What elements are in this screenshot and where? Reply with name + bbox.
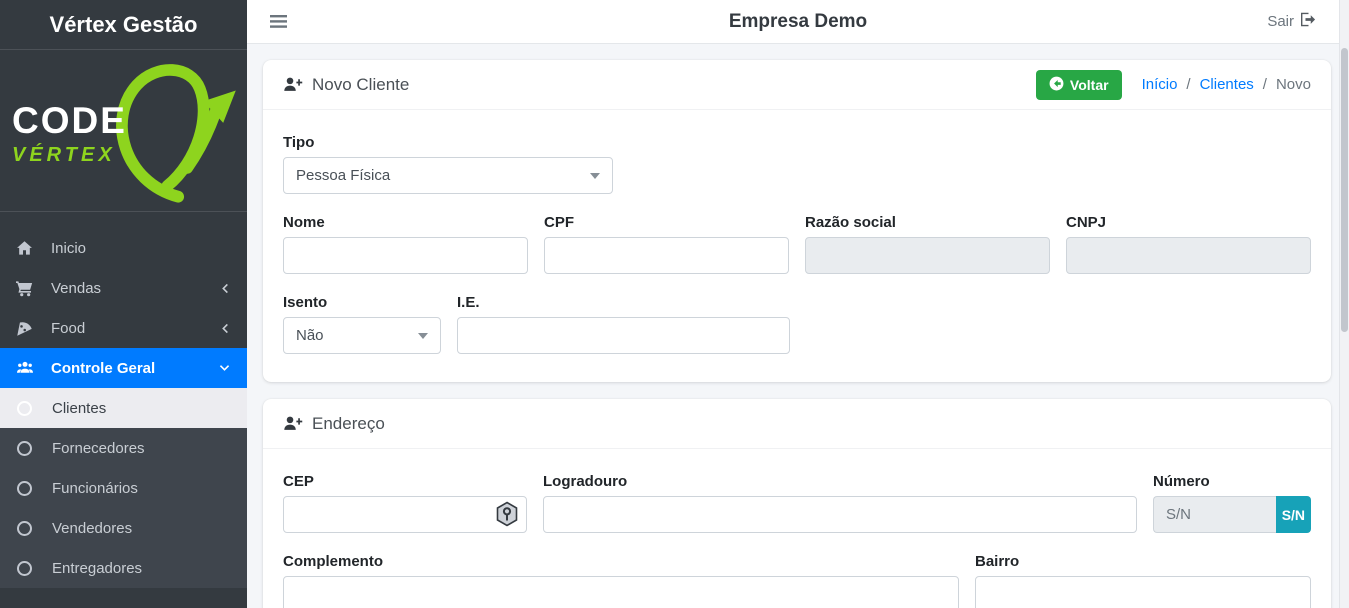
card-title-text: Endereço <box>312 414 385 434</box>
numero-input <box>1153 496 1276 533</box>
caret-down-icon <box>590 173 600 179</box>
app-window: Vértex Gestão CODE VÉRTEX Inicio <box>0 0 1349 608</box>
cart-icon <box>16 280 40 297</box>
cpf-input[interactable] <box>544 237 789 274</box>
pizza-icon <box>16 320 40 337</box>
sidebar: Vértex Gestão CODE VÉRTEX Inicio <box>0 0 247 608</box>
sidebar-item-controle-geral[interactable]: Controle Geral <box>0 348 247 388</box>
sidebar-item-vendas[interactable]: Vendas <box>0 268 247 308</box>
content-area: Novo Cliente Voltar Início <box>247 44 1349 608</box>
chevron-down-icon <box>218 362 231 375</box>
new-client-card: Novo Cliente Voltar Início <box>263 60 1331 382</box>
cep-input[interactable] <box>283 496 527 533</box>
logo-word-code: CODE <box>12 102 127 139</box>
isento-select[interactable]: Não <box>283 317 441 354</box>
scrollbar[interactable] <box>1339 0 1349 608</box>
razao-social-label: Razão social <box>805 214 1050 231</box>
main-area: Empresa Demo Sair <box>247 0 1349 608</box>
sidebar-item-entregadores[interactable]: Entregadores <box>0 548 247 588</box>
cnpj-input <box>1066 237 1311 274</box>
sidebar-item-label: Food <box>51 320 85 337</box>
tipo-select[interactable]: Pessoa Física <box>283 157 613 194</box>
numero-label: Número <box>1153 473 1311 490</box>
chevron-left-icon <box>218 322 231 335</box>
circle-icon <box>17 561 41 576</box>
bairro-input[interactable] <box>975 576 1311 608</box>
page-title: Empresa Demo <box>247 11 1349 33</box>
home-icon <box>16 240 40 257</box>
sidebar-item-label: Clientes <box>52 400 106 417</box>
sidebar-item-fornecedores[interactable]: Fornecedores <box>0 428 247 468</box>
address-card-header: Endereço <box>263 399 1331 449</box>
circle-icon <box>17 441 41 456</box>
sidebar-item-inicio[interactable]: Inicio <box>0 228 247 268</box>
sidebar-item-label: Controle Geral <box>51 360 155 377</box>
tipo-label: Tipo <box>283 134 613 151</box>
chevron-left-icon <box>218 282 231 295</box>
caret-down-icon <box>418 333 428 339</box>
circle-icon <box>17 401 41 416</box>
nome-input[interactable] <box>283 237 528 274</box>
complemento-label: Complemento <box>283 553 959 570</box>
new-client-card-header: Novo Cliente Voltar Início <box>263 60 1331 110</box>
breadcrumb-separator: / <box>1263 76 1267 93</box>
sidebar-item-label: Entregadores <box>52 560 142 577</box>
users-icon <box>16 360 40 376</box>
isento-label: Isento <box>283 294 441 311</box>
cep-label: CEP <box>283 473 527 490</box>
razao-social-input <box>805 237 1050 274</box>
breadcrumb-clientes[interactable]: Clientes <box>1200 76 1254 93</box>
breadcrumb-current: Novo <box>1276 76 1311 93</box>
circle-icon <box>17 521 41 536</box>
company-logo: CODE VÉRTEX <box>0 50 247 212</box>
logout-label: Sair <box>1267 13 1294 30</box>
logo-word-vertex: VÉRTEX <box>12 145 127 165</box>
complemento-input[interactable] <box>283 576 959 608</box>
scrollbar-thumb[interactable] <box>1341 48 1348 332</box>
sidebar-item-vendedores[interactable]: Vendedores <box>0 508 247 548</box>
sidebar-nav: Inicio Vendas <box>0 212 247 588</box>
back-button[interactable]: Voltar <box>1036 70 1122 100</box>
sidebar-item-label: Vendas <box>51 280 101 297</box>
sidebar-item-food[interactable]: Food <box>0 308 247 348</box>
logradouro-label: Logradouro <box>543 473 1137 490</box>
ie-label: I.E. <box>457 294 790 311</box>
circle-icon <box>17 481 41 496</box>
address-card: Endereço CEP <box>263 399 1331 608</box>
nome-label: Nome <box>283 214 528 231</box>
controle-geral-submenu: Clientes Fornecedores Funcionários Vende… <box>0 388 247 588</box>
sn-toggle-button[interactable]: S/N <box>1276 496 1311 533</box>
sidebar-item-funcionarios[interactable]: Funcionários <box>0 468 247 508</box>
breadcrumb-separator: / <box>1186 76 1190 93</box>
ie-input[interactable] <box>457 317 790 354</box>
logout-button[interactable]: Sair <box>1267 12 1317 31</box>
bairro-label: Bairro <box>975 553 1311 570</box>
sidebar-item-label: Vendedores <box>52 520 132 537</box>
key-hexagon-icon[interactable] <box>495 501 519 532</box>
breadcrumb-inicio[interactable]: Início <box>1142 76 1178 93</box>
topbar: Empresa Demo Sair <box>247 0 1349 44</box>
brand-title: Vértex Gestão <box>0 0 247 50</box>
sign-out-icon <box>1300 12 1317 31</box>
sidebar-item-clientes[interactable]: Clientes <box>0 388 247 428</box>
address-form: CEP <box>263 449 1331 608</box>
logradouro-input[interactable] <box>543 496 1137 533</box>
user-plus-icon <box>283 76 303 93</box>
card-title-text: Novo Cliente <box>312 75 409 95</box>
breadcrumb: Início / Clientes / Novo <box>1142 76 1311 93</box>
arrow-circle-left-icon <box>1049 76 1064 94</box>
sidebar-item-label: Inicio <box>51 240 86 257</box>
menu-toggle-icon[interactable] <box>270 14 288 29</box>
sidebar-item-label: Funcionários <box>52 480 138 497</box>
cnpj-label: CNPJ <box>1066 214 1311 231</box>
cpf-label: CPF <box>544 214 789 231</box>
user-plus-icon <box>283 415 303 432</box>
new-client-form: Tipo Pessoa Física Nome <box>263 110 1331 382</box>
sidebar-item-label: Fornecedores <box>52 440 145 457</box>
